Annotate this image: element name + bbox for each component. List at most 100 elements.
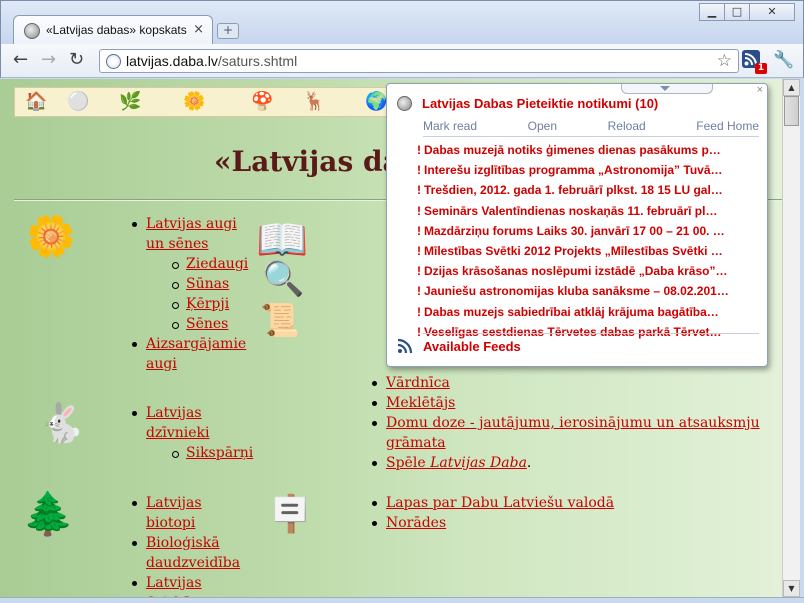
stone-icon[interactable]: ⚪	[67, 91, 89, 112]
popup-close-icon[interactable]: ×	[757, 84, 763, 96]
tools-menu: Vārdnīca Meklētājs Domu doze - jautājumu…	[370, 373, 770, 473]
site-icon-bar: 🏠 ⚪ 🌿 🌼 🍄 🦌 🌍	[14, 87, 394, 117]
site-favicon-icon	[24, 23, 40, 39]
reload-button[interactable]: ↻	[69, 50, 84, 70]
minimize-button[interactable]: ▁	[699, 3, 725, 21]
browser-toolbar: ← → ↻ latvijas.daba.lv/saturs.shtml ☆ 1 …	[0, 44, 804, 78]
window-bottom-edge	[0, 597, 804, 603]
list-item: Latvijas dzīvnieki Sikspārņi	[130, 403, 253, 463]
url-text[interactable]: latvijas.daba.lv/saturs.shtml	[126, 53, 297, 69]
list-item: Latvijas fiziskā ģeogrāfija	[130, 573, 250, 597]
vertical-scrollbar[interactable]: ▲ ▼	[782, 79, 800, 597]
link-latvian-nature-pages[interactable]: Lapas par Dabu Latviešu valodā	[386, 495, 614, 511]
unread-badge: 1	[755, 63, 767, 74]
scroll-thumb[interactable]	[784, 96, 799, 126]
tab-title: «Latvijas dabas» kopskats	[46, 23, 187, 37]
list-item: Meklētājs	[370, 393, 770, 413]
scroll-quill-image: 📜	[260, 301, 300, 339]
feed-item[interactable]: ! Trešdien, 2012. gada 1. februārī plkst.…	[417, 180, 763, 200]
link-lichens[interactable]: Ķērpji	[186, 296, 229, 312]
link-dictionary[interactable]: Vārdnīca	[386, 375, 450, 391]
feed-header: Latvijas Dabas Pieteiktie notikumi (10)	[397, 96, 658, 111]
feed-item[interactable]: ! Interešu izglītības programma „Astronom…	[417, 160, 763, 180]
page-title: «Latvijas da	[214, 145, 401, 178]
feed-item[interactable]: ! Mīlestības Svētki 2012 Projekts „Mīlest…	[417, 241, 763, 261]
browser-tab[interactable]: «Latvijas dabas» kopskats ×	[13, 15, 213, 45]
feed-item[interactable]: ! Seminārs Valentīndienas noskaņās 11. fe…	[417, 201, 763, 221]
title-bar: «Latvijas dabas» kopskats × + ▁ □ ✕	[0, 0, 804, 45]
link-game[interactable]: Spēle Latvijas Daba	[386, 455, 527, 471]
flower-icon[interactable]: 🌼	[183, 91, 205, 112]
link-search[interactable]: Meklētājs	[386, 395, 455, 411]
feed-popup: × Latvijas Dabas Pieteiktie notikumi (10…	[386, 83, 768, 367]
feed-item[interactable]: ! Dzijas krāsošanas noslēpumi izstādē „Da…	[417, 261, 763, 281]
address-bar[interactable]: latvijas.daba.lv/saturs.shtml ☆	[99, 49, 739, 73]
feed-item[interactable]: ! Jauniešu astronomijas kluba sanāksme – …	[417, 281, 763, 301]
link-bats[interactable]: Sikspārņi	[186, 445, 253, 461]
close-window-button[interactable]: ✕	[749, 3, 795, 21]
plants-menu: Latvijas augi un sēnes Ziedaugi Sūnas Ķē…	[130, 214, 250, 374]
feed-item[interactable]: ! Dabas muzejā notiks ģimenes dienas pasā…	[417, 140, 763, 160]
maximize-button[interactable]: □	[724, 3, 750, 21]
magnifier-image: 🔍	[262, 259, 305, 299]
forward-button[interactable]: →	[41, 50, 56, 70]
list-item: Latvijas biotopi	[130, 493, 250, 533]
link-biotopes[interactable]: Latvijas biotopi	[146, 495, 202, 531]
scroll-up-button[interactable]: ▲	[783, 79, 800, 96]
list-item: Vārdnīca	[370, 373, 770, 393]
list-item: Aizsargājamie augi	[130, 334, 250, 374]
open-link[interactable]: Open	[528, 119, 557, 133]
divider	[423, 136, 759, 137]
new-tab-button[interactable]: +	[217, 23, 239, 39]
link-biodiversity[interactable]: Bioloģiskā daudzveidība	[146, 535, 240, 571]
feed-favicon-icon	[397, 96, 412, 111]
link-latvian-plants[interactable]: Latvijas augi un sēnes	[146, 216, 237, 252]
link-references[interactable]: Norādes	[386, 515, 446, 531]
biotopes-menu: Latvijas biotopi Bioloģiskā daudzveidība…	[130, 493, 250, 597]
globe-icon	[106, 54, 121, 69]
link-protected-plants[interactable]: Aizsargājamie augi	[146, 336, 246, 372]
rss-feed-icon	[397, 338, 413, 354]
feed-actions: Mark read Open Reload Feed Home	[423, 119, 759, 133]
window-controls: ▁ □ ✕	[699, 3, 795, 21]
mark-read-link[interactable]: Mark read	[423, 119, 477, 133]
deer-icon[interactable]: 🦌	[303, 91, 325, 112]
forest-image: 🌲	[22, 489, 75, 538]
globe-nav-icon[interactable]: 🌍	[365, 91, 387, 112]
back-button[interactable]: ←	[13, 50, 28, 70]
divider	[423, 333, 759, 334]
feed-item[interactable]: ! Mazdārziņu forums Laiks 30. janvārī 17 …	[417, 221, 763, 241]
list-item: Domu doze - jautājumu, ierosinājumu un a…	[370, 413, 770, 453]
link-guestbook[interactable]: Domu doze - jautājumu, ierosinājumu un a…	[386, 415, 760, 451]
book-az-image: 📖	[256, 215, 309, 264]
link-mosses[interactable]: Sūnas	[186, 276, 229, 292]
rabbit-image: 🐇	[38, 401, 86, 445]
link-flowering-plants[interactable]: Ziedaugi	[186, 256, 248, 272]
bookmark-star-icon[interactable]: ☆	[717, 51, 732, 71]
feed-items: ! Dabas muzejā notiks ģimenes dienas pasā…	[417, 140, 763, 342]
feed-item[interactable]: ! Dabas muzejs sabiedrībai atklāj krājuma…	[417, 302, 763, 322]
available-feeds[interactable]: Available Feeds	[397, 338, 521, 354]
available-feeds-label[interactable]: Available Feeds	[423, 339, 521, 354]
link-mushrooms[interactable]: Sēnes	[186, 316, 228, 332]
links-menu: Lapas par Dabu Latviešu valodā Norādes	[370, 493, 770, 533]
mushroom-icon[interactable]: 🍄	[251, 91, 273, 112]
plants-icon[interactable]: 🌿	[119, 91, 141, 112]
animals-menu: Latvijas dzīvnieki Sikspārņi	[130, 403, 253, 463]
feed-title[interactable]: Latvijas Dabas Pieteiktie notikumi (10)	[422, 96, 658, 111]
tab-close-icon[interactable]: ×	[193, 22, 204, 37]
home-icon[interactable]: 🏠	[25, 91, 47, 112]
list-item: Lapas par Dabu Latviešu valodā	[370, 493, 770, 513]
rss-extension-button[interactable]: 1	[741, 49, 767, 74]
scroll-down-button[interactable]: ▼	[783, 580, 800, 597]
link-physical-geography[interactable]: Latvijas fiziskā ģeogrāfija	[146, 575, 218, 597]
feed-home-link[interactable]: Feed Home	[696, 119, 759, 133]
list-item: Norādes	[370, 513, 770, 533]
wrench-icon[interactable]: 🔧	[773, 50, 794, 70]
popup-pin-tab[interactable]	[621, 84, 713, 94]
link-latvian-animals[interactable]: Latvijas dzīvnieki	[146, 405, 209, 441]
reload-link[interactable]: Reload	[608, 119, 646, 133]
list-item: Bioloģiskā daudzveidība	[130, 533, 250, 573]
list-item: Spēle Latvijas Daba.	[370, 453, 770, 473]
signpost-image: 🪧	[268, 494, 313, 535]
